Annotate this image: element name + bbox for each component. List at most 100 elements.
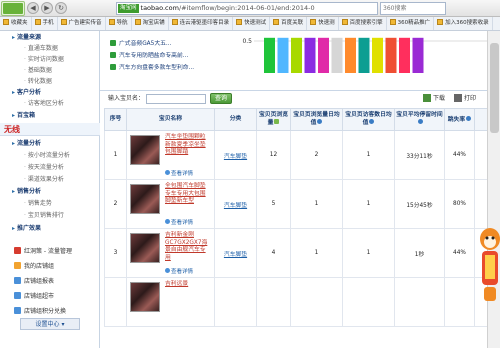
page-icon xyxy=(273,19,280,25)
category-cell: 汽车脚垫 xyxy=(214,179,257,229)
avg-visitors-cell: 1 xyxy=(342,130,395,180)
chart-bar xyxy=(345,37,356,73)
avg-views-cell: 2 xyxy=(290,130,343,180)
browser-search-input[interactable]: 360搜索 xyxy=(380,2,446,15)
sidebar-item-realtime[interactable]: 实时访问数据 xyxy=(0,54,100,65)
bookmark-item[interactable]: 收藏夹 xyxy=(0,17,32,30)
query-button[interactable]: 查询 xyxy=(210,93,232,104)
bookmarks-bar: 收藏夹 手机 广告建实传音 导航 淘宝店铺 连云港驱墨印客目录 快速测试 百度关联 快速测 百度搜… xyxy=(0,17,500,31)
sidebar-item-traffic-source[interactable]: 流量来源 xyxy=(0,32,100,43)
sort-icon xyxy=(274,119,280,124)
report-link[interactable]: 汽车专用防晒盐命专高前... xyxy=(100,51,228,62)
bookmark-item[interactable]: 广告建实传音 xyxy=(58,17,106,30)
sidebar-footer-traffic-mgmt[interactable]: 红洞策 - 流量管理 xyxy=(0,246,100,257)
bookmark-item[interactable]: 快速测试 xyxy=(233,17,271,30)
product-name-link[interactable]: 全包围汽车脚垫专车专用大包围脚垫新车型 xyxy=(165,183,211,206)
report-link[interactable]: 汽车方向盘套多款车型利命... xyxy=(100,63,228,74)
header-avg-visitors[interactable]: 宝贝页访客数日均值 xyxy=(342,108,395,131)
product-thumbnail[interactable] xyxy=(130,184,160,214)
header-avg-views[interactable]: 宝贝页浏览量日均值 xyxy=(290,108,343,131)
report-link[interactable]: 广式音频GA5大五... xyxy=(100,39,228,50)
bookmark-item[interactable]: 快速测 xyxy=(307,17,339,30)
product-thumbnail[interactable] xyxy=(130,282,160,312)
row-no: 1 xyxy=(104,130,127,180)
category-cell: 汽车脚垫 xyxy=(214,228,257,278)
header-avg-stay[interactable]: 宝贝平均停留时间 xyxy=(394,108,445,131)
sidebar-footer-points[interactable]: 店铺组积分兑换 xyxy=(0,306,100,317)
bookmark-item[interactable]: 加入360搜索收录 xyxy=(434,17,493,30)
sidebar-item-sales-trend[interactable]: 销售走势 xyxy=(0,198,100,209)
bookmark-item[interactable]: 360精品推广 xyxy=(387,17,435,30)
category-link[interactable]: 汽车脚垫 xyxy=(224,203,247,209)
main-content: 广式音频GA5大五... 汽车专用防晒盐命专高前... 汽车方向盘套多款车型利命… xyxy=(100,31,500,348)
view-icon xyxy=(165,170,170,175)
table-row: 1 汽车坐垫围颗粒新款夏季凉坐垫包围脚踏 查看详情 汽车脚垫 12 2 1 33分… xyxy=(104,130,500,180)
chart-bar xyxy=(372,37,383,73)
product-name-link[interactable]: 汽车坐垫围颗粒新款夏季凉坐垫包围脚踏 xyxy=(165,134,211,157)
bookmark-item[interactable]: 淘宝店铺 xyxy=(132,17,169,30)
bookmark-item[interactable]: 手机 xyxy=(32,17,58,30)
download-button[interactable]: 下载 xyxy=(423,93,445,104)
sidebar-item-basic-data[interactable]: 基础数据 xyxy=(0,65,100,76)
sidebar-item-visitor-region[interactable]: 访客地区分析 xyxy=(0,98,100,109)
view-detail-link[interactable]: 查看详情 xyxy=(165,267,193,275)
item-name-input[interactable] xyxy=(146,94,206,104)
bookmark-item[interactable]: 百度关联 xyxy=(270,17,308,30)
sidebar-footer-shop-market[interactable]: 店铺组超市 xyxy=(0,291,100,302)
sidebar: 流量来源 直通车数据 实时访问数据 基础数据 转化数据 客户分析 访客地区分析 … xyxy=(0,31,100,348)
points-icon xyxy=(14,307,21,314)
sidebar-item-item-ranking[interactable]: 宝贝销售排行 xyxy=(0,210,100,221)
header-item[interactable]: 宝贝名称 xyxy=(126,108,215,131)
header-category[interactable]: 分类 xyxy=(214,108,257,131)
folder-icon xyxy=(134,19,141,25)
bookmark-item[interactable]: 连云港驱墨印客目录 xyxy=(169,17,234,30)
forward-button[interactable]: ▶ xyxy=(41,2,53,14)
header-views[interactable]: 宝贝页浏览量 xyxy=(256,108,291,131)
scrollbar-thumb[interactable] xyxy=(490,43,499,133)
mascot-widget-icon[interactable] xyxy=(478,225,500,305)
refresh-button[interactable]: ↻ xyxy=(55,2,67,14)
view-detail-link[interactable]: 查看详情 xyxy=(165,218,193,226)
sidebar-footer-shop-group[interactable]: 我的店铺组 xyxy=(0,261,100,272)
product-name-link[interactable]: 吉利远景 xyxy=(165,281,211,289)
print-button[interactable]: 打印 xyxy=(454,93,476,104)
download-icon xyxy=(423,94,431,102)
url-path: /#itemflow/begin:2014-06-01/end:2014-0 xyxy=(178,4,315,12)
bookmark-item[interactable]: 百度搜索引擎 xyxy=(339,17,387,30)
category-link[interactable]: 汽车脚垫 xyxy=(224,154,247,160)
sidebar-section-wireless[interactable]: 无线 xyxy=(0,123,100,136)
item-name-label: 输入宝贝名： xyxy=(108,95,145,102)
item-cell: 汽车坐垫围颗粒新款夏季凉坐垫包围脚踏查看详情 xyxy=(126,130,215,180)
page-icon xyxy=(437,19,444,25)
sidebar-item-hourly[interactable]: 按小时流量分析 xyxy=(0,150,100,161)
folder-icon xyxy=(34,19,41,25)
item-cell: 全包围汽车脚垫专车专用大包围脚垫新车型查看详情 xyxy=(126,179,215,229)
product-name-link[interactable]: 吉利新金刚GC7GX2GX7海景自由舰汽车专用 xyxy=(165,232,211,262)
avg-visitors-cell: 1 xyxy=(342,179,395,229)
sidebar-item-sales-analysis[interactable]: 销售分析 xyxy=(0,186,100,197)
sidebar-item-customer[interactable]: 客户分析 xyxy=(0,87,100,98)
avg-stay-cell: 15分45秒 xyxy=(394,179,445,229)
header-bounce[interactable]: 跳失率 xyxy=(444,108,475,131)
sidebar-item-traffic-analysis[interactable]: 流量分析 xyxy=(0,138,100,149)
sidebar-footer-shop-report[interactable]: 店铺组报表 xyxy=(0,276,100,287)
sidebar-item-daily[interactable]: 按天流量分析 xyxy=(0,162,100,173)
table-row: 吉利远景 xyxy=(104,277,500,327)
category-cell xyxy=(214,277,257,327)
sidebar-item-channel[interactable]: 渠道效果分析 xyxy=(0,174,100,185)
view-detail-link[interactable]: 查看详情 xyxy=(165,169,193,177)
product-thumbnail[interactable] xyxy=(130,135,160,165)
category-link[interactable]: 汽车脚垫 xyxy=(224,252,247,258)
bookmark-item[interactable]: 导航 xyxy=(106,17,132,30)
sidebar-item-toolbox[interactable]: 百宝箱 xyxy=(0,110,100,121)
settings-center-button[interactable]: 设置中心 ▾ xyxy=(20,318,80,330)
chart-bar xyxy=(385,37,397,73)
url-bar[interactable]: 淘宝网 taobao.com/#itemflow/begin:2014-06-01… xyxy=(116,2,378,15)
page-icon xyxy=(171,19,178,25)
back-button[interactable]: ◀ xyxy=(27,2,39,14)
sidebar-item-ztc-data[interactable]: 直通车数据 xyxy=(0,43,100,54)
product-thumbnail[interactable] xyxy=(130,233,160,263)
sidebar-item-promo[interactable]: 推广效果 xyxy=(0,223,100,234)
sidebar-item-conversion[interactable]: 转化数据 xyxy=(0,76,100,87)
chart-bar xyxy=(304,37,316,73)
